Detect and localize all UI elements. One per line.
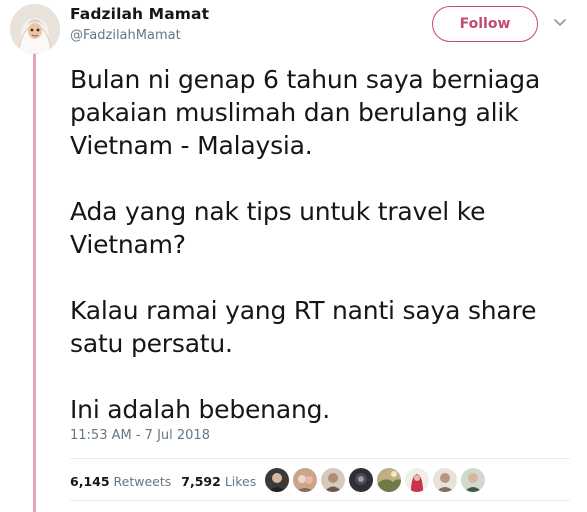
tweet-paragraph: Bulan ni genap 6 tahun saya berniaga pak… — [70, 65, 541, 160]
liker-avatar[interactable] — [349, 468, 373, 492]
author-name[interactable]: Fadzilah Mamat — [70, 5, 209, 23]
tweet-stats: 6,145 Retweets 7,592 Likes — [70, 474, 266, 489]
avatar[interactable] — [10, 4, 60, 54]
chevron-down-icon[interactable] — [553, 18, 567, 28]
likers-avatars — [265, 468, 489, 492]
author-handle[interactable]: @FadzilahMamat — [70, 28, 181, 43]
likes-count[interactable]: 7,592 — [181, 474, 221, 489]
tweet-paragraph: Ini adalah bebenang. — [70, 395, 331, 424]
tweet-timestamp[interactable]: 11:53 AM - 7 Jul 2018 — [70, 428, 210, 443]
retweets-count[interactable]: 6,145 — [70, 474, 110, 489]
tweet-paragraph: Ada yang nak tips untuk travel ke Vietna… — [70, 197, 486, 259]
liker-avatar[interactable] — [293, 468, 317, 492]
liker-avatar[interactable] — [433, 468, 457, 492]
divider — [70, 500, 570, 501]
liker-avatar[interactable] — [377, 468, 401, 492]
follow-button[interactable]: Follow — [432, 6, 538, 42]
liker-avatar[interactable] — [461, 468, 485, 492]
retweets-label[interactable]: Retweets — [114, 474, 172, 489]
liker-avatar[interactable] — [321, 468, 345, 492]
avatar-image — [10, 4, 60, 54]
likes-label[interactable]: Likes — [225, 474, 256, 489]
liker-avatar[interactable] — [405, 468, 429, 492]
thread-line — [33, 52, 36, 512]
tweet-text: Bulan ni genap 6 tahun saya berniaga pak… — [70, 63, 580, 426]
divider — [70, 458, 570, 459]
tweet-paragraph: Kalau ramai yang RT nanti saya share sat… — [70, 296, 537, 358]
tweet-card: Fadzilah Mamat @FadzilahMamat Follow Bul… — [0, 0, 587, 512]
liker-avatar[interactable] — [265, 468, 289, 492]
